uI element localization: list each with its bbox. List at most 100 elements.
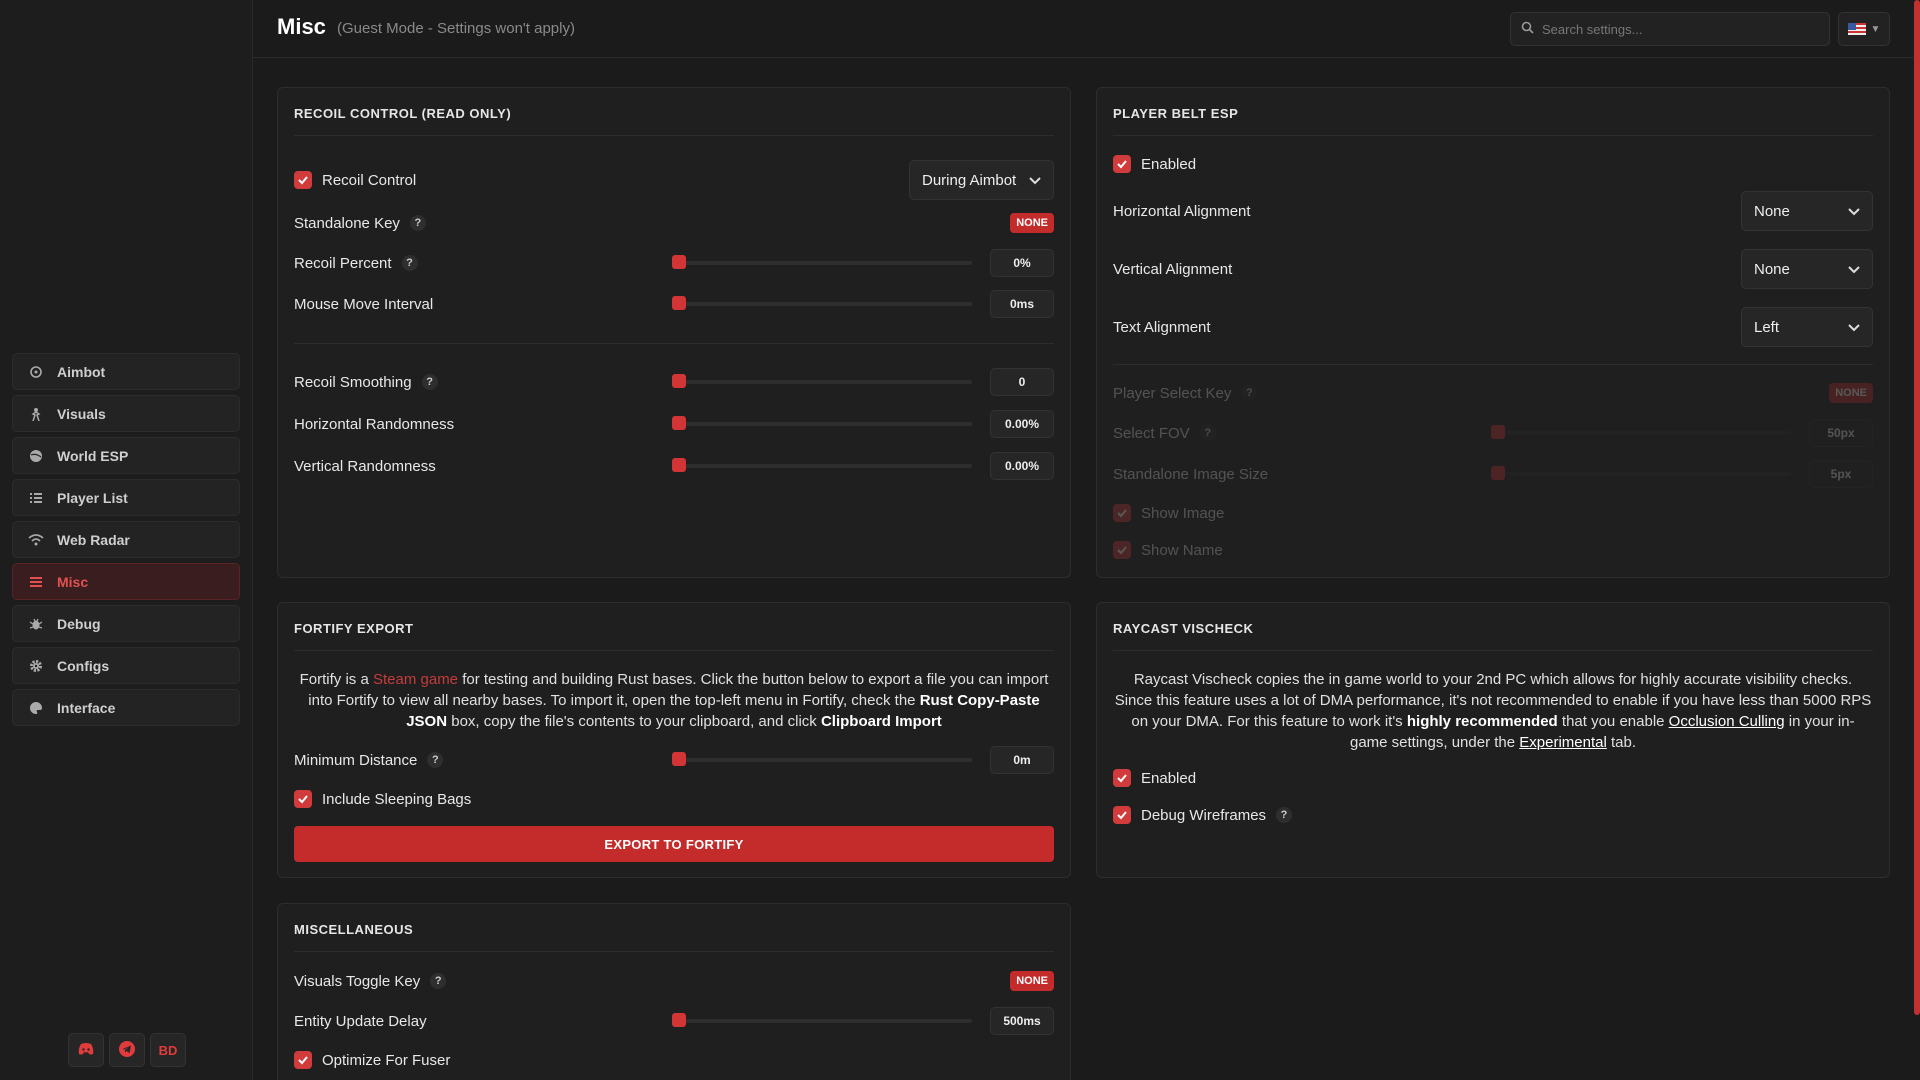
raycast-vischeck-panel: RAYCAST VISCHECK Raycast Vischeck copies…	[1096, 602, 1890, 878]
sleeping-bags-checkbox[interactable]	[294, 790, 312, 808]
slider-knob[interactable]	[672, 296, 686, 310]
slider-knob[interactable]	[672, 416, 686, 430]
v-random-slider[interactable]	[672, 458, 972, 472]
recoil-smoothing-slider[interactable]	[672, 374, 972, 388]
help-icon[interactable]: ?	[1276, 807, 1293, 823]
help-icon[interactable]: ?	[409, 215, 426, 231]
telegram-button[interactable]	[109, 1033, 145, 1067]
raycast-enabled-checkbox[interactable]	[1113, 769, 1131, 787]
standalone-key-badge[interactable]: NONE	[1010, 213, 1054, 233]
entity-delay-value[interactable]: 500ms	[990, 1007, 1054, 1035]
chevron-down-icon	[1848, 319, 1860, 336]
select-fov-row: Select FOV ? 50px	[1113, 418, 1873, 448]
recoil-control-checkbox[interactable]	[294, 171, 312, 189]
desc-text: Fortify is a	[299, 671, 369, 688]
header: Misc (Guest Mode - Settings won't apply)…	[253, 0, 1920, 58]
h-random-row: Horizontal Randomness 0.00%	[294, 409, 1054, 439]
talign-label: Text Alignment	[1113, 318, 1211, 336]
slider-knob[interactable]	[672, 1013, 686, 1027]
raycast-enabled-row: Enabled	[1113, 763, 1873, 793]
sidebar-item-interface[interactable]: Interface	[12, 689, 240, 726]
show-name-checkbox	[1113, 541, 1131, 559]
steam-game-link[interactable]: Steam game	[373, 671, 458, 688]
language-selector[interactable]: ▼	[1838, 12, 1890, 46]
help-icon: ?	[1199, 425, 1216, 441]
desc-text: that you enable	[1561, 713, 1665, 730]
recoil-smoothing-row: Recoil Smoothing ? 0	[294, 367, 1054, 397]
image-size-label: Standalone Image Size	[1113, 465, 1269, 483]
slider-knob[interactable]	[672, 255, 686, 269]
show-image-label: Show Image	[1141, 504, 1225, 522]
search-input[interactable]	[1542, 21, 1822, 37]
slider-knob[interactable]	[672, 458, 686, 472]
fortify-export-panel: FORTIFY EXPORT Fortify is a Steam game f…	[277, 602, 1071, 878]
talign-dropdown[interactable]: Left	[1741, 307, 1873, 347]
slider-knob[interactable]	[672, 752, 686, 766]
h-random-value[interactable]: 0.00%	[990, 410, 1054, 438]
valign-dropdown[interactable]: None	[1741, 249, 1873, 289]
sidebar-item-debug[interactable]: Debug	[12, 605, 240, 642]
divider	[294, 343, 1054, 344]
page-subtitle: (Guest Mode - Settings won't apply)	[337, 20, 575, 37]
slider-knob[interactable]	[672, 374, 686, 388]
sidebar-item-world-esp[interactable]: World ESP	[12, 437, 240, 474]
sidebar-item-player-list[interactable]: Player List	[12, 479, 240, 516]
visuals-toggle-label: Visuals Toggle Key	[294, 972, 421, 990]
help-icon[interactable]: ?	[401, 255, 418, 271]
raycast-description: Raycast Vischeck copies the in game worl…	[1113, 669, 1873, 753]
recoil-percent-slider[interactable]	[672, 255, 972, 269]
debug-wireframes-checkbox[interactable]	[1113, 806, 1131, 824]
recoil-smoothing-value[interactable]: 0	[990, 368, 1054, 396]
checkmark-icon	[1117, 160, 1127, 169]
sleeping-bags-label: Include Sleeping Bags	[322, 790, 472, 808]
discord-button[interactable]	[68, 1033, 104, 1067]
sidebar-item-web-radar[interactable]: Web Radar	[12, 521, 240, 558]
sidebar-item-label: World ESP	[57, 447, 129, 464]
sidebar-item-configs[interactable]: Configs	[12, 647, 240, 684]
person-icon	[27, 405, 45, 423]
belt-enabled-checkbox[interactable]	[1113, 155, 1131, 173]
optimize-checkbox[interactable]	[294, 1051, 312, 1069]
mouse-move-value[interactable]: 0ms	[990, 290, 1054, 318]
player-belt-esp-panel: PLAYER BELT ESP Enabled Horizontal Align…	[1096, 87, 1890, 578]
scrollbar[interactable]	[1914, 0, 1920, 1015]
crosshair-icon	[27, 363, 45, 381]
recoil-control-label: Recoil Control	[322, 171, 417, 189]
recoil-control-panel: RECOIL CONTROL (READ ONLY) Recoil Contro…	[277, 87, 1071, 578]
image-size-row: Standalone Image Size 5px	[1113, 459, 1873, 489]
h-random-label: Horizontal Randomness	[294, 415, 455, 433]
halign-label: Horizontal Alignment	[1113, 202, 1251, 220]
min-distance-value[interactable]: 0m	[990, 746, 1054, 774]
globe-icon	[27, 447, 45, 465]
desc-text: tab.	[1610, 734, 1637, 751]
h-random-slider[interactable]	[672, 416, 972, 430]
experimental-link[interactable]: Experimental	[1519, 734, 1607, 751]
entity-delay-slider[interactable]	[672, 1013, 972, 1027]
sidebar-item-misc[interactable]: Misc	[12, 563, 240, 600]
visuals-toggle-badge[interactable]: NONE	[1010, 971, 1054, 991]
search-icon	[1521, 21, 1534, 38]
occlusion-culling-link[interactable]: Occlusion Culling	[1669, 713, 1785, 730]
recoil-percent-value[interactable]: 0%	[990, 249, 1054, 277]
help-icon[interactable]: ?	[430, 973, 447, 989]
telegram-icon	[119, 1040, 135, 1060]
fortify-description: Fortify is a Steam game for testing and …	[294, 669, 1054, 732]
checkmark-icon	[298, 176, 308, 185]
halign-dropdown[interactable]: None	[1741, 191, 1873, 231]
min-distance-slider[interactable]	[672, 752, 972, 766]
divider	[1113, 364, 1873, 365]
export-to-fortify-button[interactable]: EXPORT TO FORTIFY	[294, 826, 1054, 862]
help-icon[interactable]: ?	[427, 752, 444, 768]
sidebar-item-visuals[interactable]: Visuals	[12, 395, 240, 432]
sidebar-item-label: Player List	[57, 489, 128, 506]
recoil-mode-dropdown[interactable]: During Aimbot	[909, 160, 1054, 200]
min-distance-label: Minimum Distance	[294, 751, 418, 769]
bd-button[interactable]: BD	[150, 1033, 186, 1067]
menu-icon	[27, 573, 45, 591]
player-select-key-badge: NONE	[1829, 383, 1873, 403]
desc-text: box, copy the file's contents to your cl…	[451, 713, 817, 730]
help-icon[interactable]: ?	[421, 374, 438, 390]
mouse-move-slider[interactable]	[672, 296, 972, 310]
sidebar-item-aimbot[interactable]: Aimbot	[12, 353, 240, 390]
v-random-value[interactable]: 0.00%	[990, 452, 1054, 480]
